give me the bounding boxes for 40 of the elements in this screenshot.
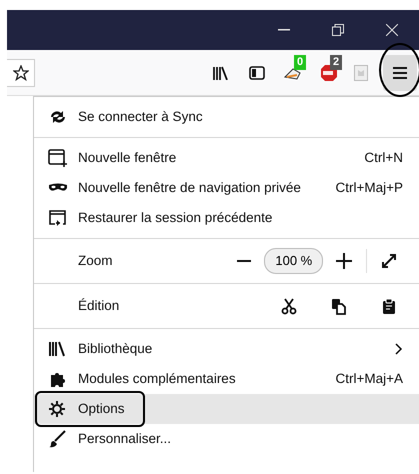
menu-item[interactable]: Nouvelle fenêtre de navigation privée Ctrl+Maj+P [34, 173, 419, 203]
restore-icon [332, 24, 344, 36]
bookmark-star-button[interactable] [7, 58, 35, 86]
menu-item[interactable]: Bibliothèque [34, 334, 419, 364]
copy-icon [331, 298, 347, 314]
menu-icon [392, 66, 408, 80]
shortcut-text: Ctrl+N [364, 148, 403, 167]
diagonal-arrows-icon [382, 254, 396, 268]
zoom-label: Zoom [78, 252, 113, 270]
minus-icon [236, 260, 251, 262]
puzzle-piece-icon [48, 370, 68, 388]
count-badge: 0 [294, 54, 306, 70]
library-icon [213, 66, 229, 80]
star-icon [12, 64, 28, 80]
menu-item[interactable]: Restaurer la session précédente [34, 203, 419, 233]
menu-item[interactable]: Modules complémentaires Ctrl+Maj+A [34, 364, 419, 394]
menu-button[interactable] [383, 54, 417, 90]
new-window-icon [48, 149, 68, 167]
minimize-icon [278, 29, 290, 31]
clipboard-icon [381, 298, 397, 314]
adblock-button[interactable]: 2 [311, 50, 347, 96]
gear-icon [48, 400, 68, 418]
plus-icon [336, 253, 352, 269]
count-badge: 2 [330, 54, 342, 70]
library-icon [48, 340, 68, 358]
scissors-icon [281, 298, 297, 314]
chevron-right-icon [395, 343, 403, 355]
paintbrush-icon [48, 430, 68, 448]
shortcut-text: Ctrl+Maj+A [335, 370, 403, 388]
edit-label: Édition [78, 296, 120, 315]
zoom-reset-button[interactable]: 100 % [264, 248, 324, 274]
shortcut-text: Ctrl+Maj+P [335, 178, 403, 197]
menu-item[interactable]: Nouvelle fenêtre Ctrl+N [34, 143, 419, 173]
menu-item[interactable]: Personnaliser... [34, 424, 419, 454]
menu-item[interactable]: Options [34, 394, 419, 424]
close-icon [386, 24, 398, 36]
menu-item[interactable]: Se connecter à Sync [34, 102, 419, 132]
sidebar-icon [249, 66, 265, 80]
window-restore-icon [48, 209, 68, 227]
square-icon [354, 64, 368, 80]
